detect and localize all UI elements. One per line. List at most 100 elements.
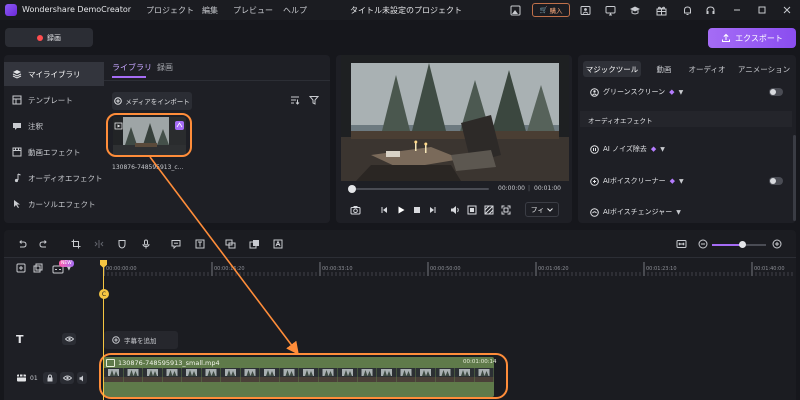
menu-edit[interactable]: 編集 bbox=[202, 5, 218, 16]
zoom-in-icon[interactable] bbox=[771, 238, 783, 250]
crop-icon[interactable] bbox=[466, 204, 478, 216]
scrubber-knob[interactable] bbox=[348, 185, 356, 193]
buy-button[interactable]: 🛒 購入 bbox=[532, 3, 570, 17]
tab-underline bbox=[112, 76, 146, 78]
green-screen-toggle[interactable] bbox=[769, 88, 783, 96]
magic-item-ai-noise-removal[interactable]: AI ノイズ除去 ◆ ▼ bbox=[590, 144, 665, 154]
microphone-icon[interactable] bbox=[140, 238, 152, 250]
ruler-tick-label: 00:01:23:10 bbox=[646, 266, 677, 272]
track-number: 01 bbox=[30, 375, 38, 382]
monitor-icon[interactable] bbox=[603, 3, 617, 17]
menu-preview[interactable]: プレビュー bbox=[233, 5, 273, 16]
menu-project[interactable]: プロジェクト bbox=[146, 5, 194, 16]
layer-order-icon[interactable] bbox=[248, 238, 260, 250]
close-icon[interactable] bbox=[780, 3, 794, 17]
fit-timeline-icon[interactable] bbox=[675, 238, 687, 250]
export-icon bbox=[721, 33, 731, 43]
crop-tool-icon[interactable] bbox=[70, 238, 82, 250]
zoom-out-icon[interactable] bbox=[697, 238, 709, 250]
sidebar-item-cursor-effect[interactable]: カーソルエフェクト bbox=[4, 192, 104, 216]
cart-icon: 🛒 bbox=[539, 6, 548, 14]
fit-label: フィ bbox=[530, 205, 545, 214]
lock-icon[interactable] bbox=[43, 372, 57, 384]
ai-icon bbox=[590, 144, 599, 154]
user-id-icon[interactable] bbox=[578, 3, 592, 17]
voice-cleaner-toggle[interactable] bbox=[769, 177, 783, 185]
mask-icon[interactable] bbox=[116, 238, 128, 250]
add-caption-label: 字幕を追加 bbox=[124, 337, 157, 345]
sidebar-item-my-library[interactable]: マイライブラリ bbox=[4, 62, 104, 86]
sidebar-item-label: 注釈 bbox=[28, 121, 43, 131]
split-icon[interactable] bbox=[93, 238, 105, 250]
gift-icon[interactable] bbox=[654, 3, 668, 17]
group-icon[interactable] bbox=[224, 238, 236, 250]
tab-recordings[interactable]: 録画 bbox=[157, 62, 173, 73]
audio-effect-section: オーディオエフェクト bbox=[580, 111, 792, 127]
import-label: メディアをインポート bbox=[125, 98, 190, 106]
speaker-icon[interactable] bbox=[77, 372, 87, 384]
bell-icon[interactable] bbox=[680, 3, 694, 17]
export-button[interactable]: エクスポート bbox=[708, 28, 796, 48]
stop-icon[interactable] bbox=[411, 204, 423, 216]
magic-item-ai-voice-cleaner[interactable]: AIボイスクリーナー ◆ ▼ bbox=[590, 176, 684, 186]
sidebar-item-video-effect[interactable]: 動画エフェクト bbox=[4, 140, 104, 164]
menu-help[interactable]: ヘルプ bbox=[283, 5, 307, 16]
fullscreen-icon[interactable] bbox=[500, 204, 512, 216]
zoom-slider-knob[interactable] bbox=[739, 241, 746, 248]
text-box-icon[interactable] bbox=[194, 238, 206, 250]
record-button[interactable]: 録画 bbox=[5, 28, 93, 47]
playhead-badge: C bbox=[99, 289, 109, 299]
tab-magic-tools[interactable]: マジックツール bbox=[583, 61, 641, 77]
sidebar-item-audio-effect[interactable]: オーディオエフェクト bbox=[4, 166, 104, 190]
minimize-icon[interactable] bbox=[730, 3, 744, 17]
preview-video[interactable] bbox=[341, 55, 569, 181]
step-back-icon[interactable] bbox=[378, 204, 390, 216]
step-forward-icon[interactable] bbox=[427, 204, 439, 216]
add-caption-button[interactable]: 字幕を追加 bbox=[104, 331, 178, 349]
divider bbox=[4, 257, 796, 258]
undo-icon[interactable] bbox=[16, 238, 28, 250]
volume-icon[interactable] bbox=[449, 204, 461, 216]
annotation-icon bbox=[12, 121, 22, 131]
caption-icon[interactable] bbox=[170, 238, 182, 250]
eye-icon[interactable] bbox=[62, 333, 76, 345]
filter-icon[interactable] bbox=[309, 95, 319, 105]
fit-select[interactable]: フィ bbox=[525, 202, 559, 217]
highlight-frame bbox=[99, 353, 508, 399]
caret-down-icon[interactable]: ▼ bbox=[67, 266, 71, 272]
magic-item-ai-voice-changer[interactable]: AIボイスチェンジャー ▼ bbox=[590, 207, 681, 217]
scrollbar[interactable] bbox=[793, 135, 796, 221]
play-icon[interactable] bbox=[395, 204, 407, 216]
ai-icon bbox=[590, 176, 599, 186]
add-track-icon[interactable] bbox=[16, 263, 26, 273]
preview-scrubber[interactable] bbox=[349, 188, 489, 190]
sort-icon[interactable] bbox=[290, 95, 300, 105]
image-icon[interactable] bbox=[508, 3, 522, 17]
track-manager-icon[interactable] bbox=[33, 263, 43, 273]
tab-audio[interactable]: オーディオ bbox=[687, 61, 727, 77]
sidebar-item-label: カーソルエフェクト bbox=[28, 199, 96, 209]
sidebar-item-template[interactable]: テンプレート bbox=[4, 88, 104, 112]
tab-animation[interactable]: アニメーション bbox=[737, 61, 791, 77]
import-media-button[interactable]: メディアをインポート bbox=[112, 92, 192, 110]
video-effect-icon bbox=[12, 147, 22, 157]
playhead[interactable] bbox=[103, 260, 104, 400]
redo-icon[interactable] bbox=[38, 238, 50, 250]
headset-icon[interactable] bbox=[703, 3, 717, 17]
caret-down-icon: ▼ bbox=[678, 88, 684, 96]
aspect-ratio-icon[interactable] bbox=[483, 204, 495, 216]
marker-icon[interactable] bbox=[272, 238, 284, 250]
snapshot-icon[interactable] bbox=[349, 204, 361, 216]
maximize-icon[interactable] bbox=[755, 3, 769, 17]
eye-icon[interactable] bbox=[60, 372, 74, 384]
sidebar-item-annotation[interactable]: 注釈 bbox=[4, 114, 104, 138]
graduation-cap-icon[interactable] bbox=[628, 3, 642, 17]
window-title: タイトル未設定のプロジェクト bbox=[350, 6, 462, 15]
ruler-tick-label: 00:00:33:10 bbox=[322, 266, 353, 272]
text-track-icon: T bbox=[16, 333, 24, 346]
video-track-icon bbox=[16, 373, 27, 383]
tab-video[interactable]: 動画 bbox=[651, 61, 677, 77]
tab-library[interactable]: ライブラリ bbox=[112, 62, 152, 73]
magic-item-green-screen[interactable]: グリーンスクリーン ◆ ▼ bbox=[590, 87, 683, 97]
magic-item-label: AIボイスチェンジャー bbox=[603, 208, 673, 216]
